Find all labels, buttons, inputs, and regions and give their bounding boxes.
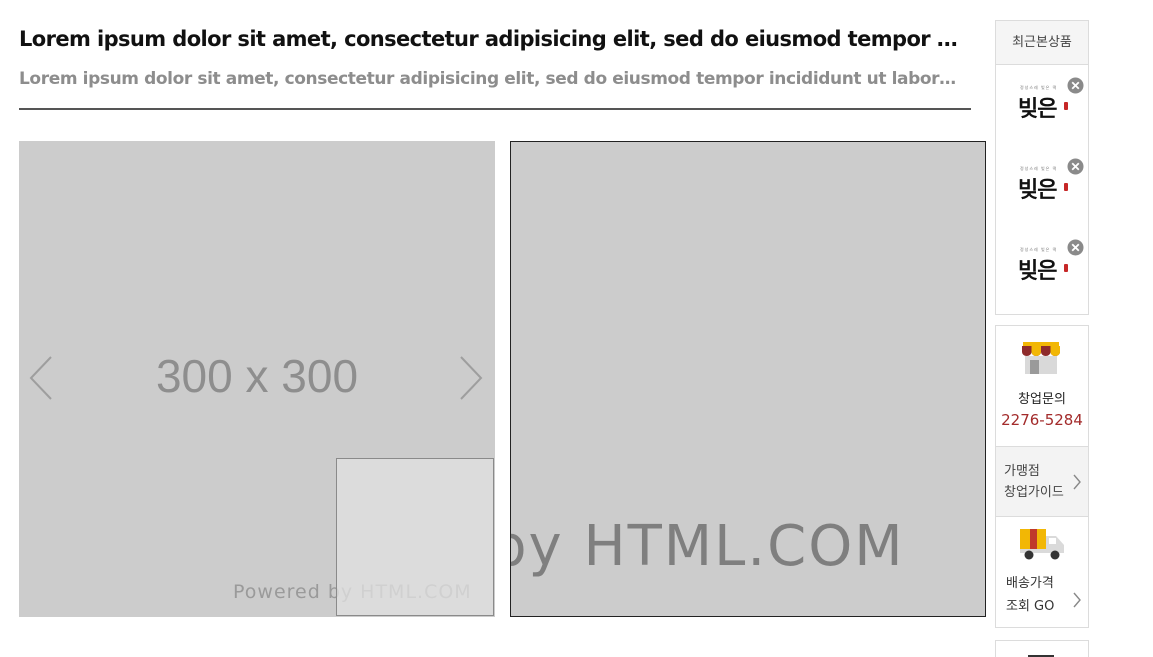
title-divider — [19, 108, 971, 110]
chevron-left-icon[interactable] — [27, 353, 57, 403]
chevron-right-icon — [1072, 591, 1082, 609]
chevron-right-icon — [1072, 473, 1082, 491]
zoomed-watermark-text: by HTML.COM — [510, 514, 905, 579]
recent-product-item[interactable]: 정성스레 빚은 떡 빚은 — [1014, 158, 1084, 208]
recent-products-heading: 최근본상품 — [996, 21, 1088, 65]
product-title: Lorem ipsum dolor sit amet, consectetur … — [19, 27, 964, 51]
logo-wordmark: 빚은 — [1018, 178, 1057, 203]
logo-seal-mark — [1064, 264, 1068, 272]
logo-seal-mark — [1064, 183, 1068, 191]
placeholder-dimension-text: 300 x 300 — [155, 350, 359, 402]
close-circle-icon[interactable] — [1067, 77, 1084, 94]
franchise-guide-line1: 가맹점 — [1004, 464, 1040, 479]
delivery-truck-icon — [1018, 527, 1066, 565]
close-circle-icon[interactable] — [1067, 239, 1084, 256]
logo-wordmark: 빚은 — [1018, 259, 1057, 284]
recent-products-panel: 최근본상품 정성스레 빚은 떡 빚은 정성스레 빚은 떡 빚은 정성스레 빚은 … — [995, 20, 1089, 315]
franchise-guide-link[interactable]: 가맹점 창업가이드 — [996, 446, 1088, 517]
shipping-line1: 배송가격 — [1006, 576, 1054, 591]
startup-inquiry[interactable]: 창업문의 2276-5284 — [996, 326, 1088, 446]
recent-product-item[interactable]: 정성스레 빚은 떡 빚은 — [1014, 77, 1084, 127]
startup-phone-number[interactable]: 2276-5284 — [996, 411, 1088, 429]
logo-seal-mark — [1064, 102, 1068, 110]
zoom-preview-pane: by HTML.COM — [510, 141, 986, 617]
close-circle-icon[interactable] — [1067, 158, 1084, 175]
shipping-line2: 조회 GO — [1006, 599, 1055, 614]
zoom-lens[interactable] — [336, 458, 494, 616]
sidebar-extra-panel — [995, 640, 1089, 657]
shipping-price-link[interactable]: 배송가격 조회 GO — [996, 517, 1088, 627]
product-image-gallery[interactable]: 300 x 300 Powered by HTML.COM — [19, 141, 495, 617]
storefront-icon — [1021, 340, 1061, 380]
customer-service-panel: 창업문의 2276-5284 가맹점 창업가이드 배송가격 조회 GO — [995, 325, 1089, 628]
recent-product-item[interactable]: 정성스레 빚은 떡 빚은 — [1014, 239, 1084, 289]
startup-inquiry-label: 창업문의 — [1018, 392, 1066, 407]
product-subtitle: Lorem ipsum dolor sit amet, consectetur … — [19, 69, 964, 89]
logo-wordmark: 빚은 — [1018, 97, 1057, 122]
chevron-right-icon[interactable] — [455, 353, 485, 403]
franchise-guide-line2: 창업가이드 — [1004, 485, 1064, 500]
